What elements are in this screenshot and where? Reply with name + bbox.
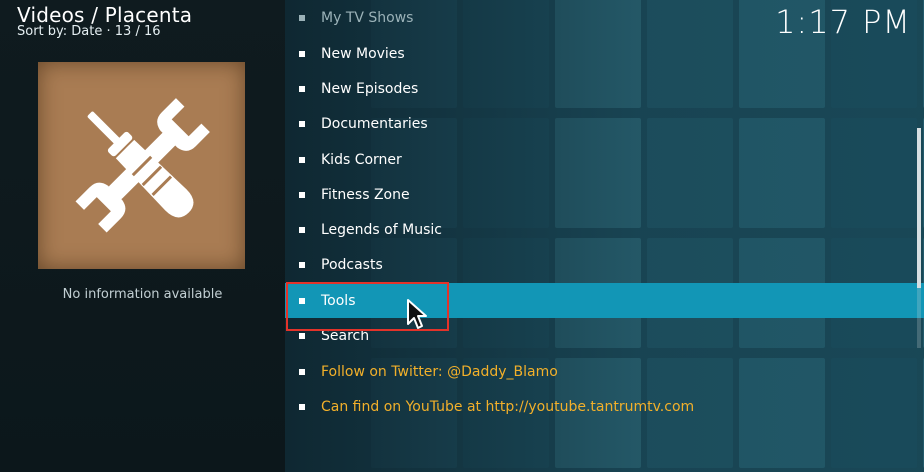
tools-icon: [75, 97, 210, 232]
bullet-icon: [299, 50, 305, 57]
info-panel: Videos / Placenta Sort by: Date · 13 / 1…: [0, 0, 285, 472]
bullet-icon: [299, 368, 305, 375]
menu-item-youtube-link[interactable]: Can find on YouTube at http://youtube.ta…: [285, 389, 924, 424]
menu-item-documentaries[interactable]: Documentaries: [285, 106, 924, 141]
bullet-icon: [299, 332, 305, 339]
menu-item-label: Fitness Zone: [321, 186, 410, 203]
menu-item-label: My TV Shows: [321, 9, 414, 26]
bullet-icon: [299, 261, 305, 268]
menu-item-label: Can find on YouTube at http://youtube.ta…: [321, 398, 695, 415]
clock: 1:17 PM: [775, 3, 911, 41]
bullet-icon: [299, 226, 305, 233]
sort-info: Sort by: Date · 13 / 16: [17, 24, 161, 40]
menu-panel: My TV Shows New Movies New Episodes Docu…: [285, 0, 924, 472]
menu-item-twitter-link[interactable]: Follow on Twitter: @Daddy_Blamo: [285, 354, 924, 389]
poster-thumbnail: [38, 62, 245, 269]
bullet-icon: [299, 85, 305, 92]
item-position: 13 / 16: [114, 24, 161, 39]
menu-list: My TV Shows New Movies New Episodes Docu…: [285, 0, 924, 472]
bullet-icon: [299, 403, 305, 410]
menu-item-label: Kids Corner: [321, 151, 402, 168]
bullet-icon: [299, 120, 305, 127]
menu-item-legends-of-music[interactable]: Legends of Music: [285, 212, 924, 247]
menu-item-label: New Movies: [321, 45, 405, 62]
separator: ·: [106, 24, 115, 39]
bullet-icon: [299, 14, 305, 21]
menu-item-label: Legends of Music: [321, 221, 442, 238]
bullet-icon: [299, 156, 305, 163]
menu-item-podcasts[interactable]: Podcasts: [285, 247, 924, 282]
menu-item-new-episodes[interactable]: New Episodes: [285, 71, 924, 106]
sort-label: Sort by: Date: [17, 24, 103, 39]
menu-item-label: Podcasts: [321, 256, 383, 273]
bullet-icon: [299, 191, 305, 198]
mouse-cursor-icon: [407, 299, 427, 329]
menu-item-label: Follow on Twitter: @Daddy_Blamo: [321, 363, 558, 380]
menu-item-kids-corner[interactable]: Kids Corner: [285, 142, 924, 177]
no-info-text: No information available: [62, 287, 223, 302]
menu-item-label: New Episodes: [321, 80, 419, 97]
scrollbar-thumb[interactable]: [917, 128, 921, 288]
menu-item-label: Documentaries: [321, 115, 428, 132]
menu-item-fitness-zone[interactable]: Fitness Zone: [285, 177, 924, 212]
